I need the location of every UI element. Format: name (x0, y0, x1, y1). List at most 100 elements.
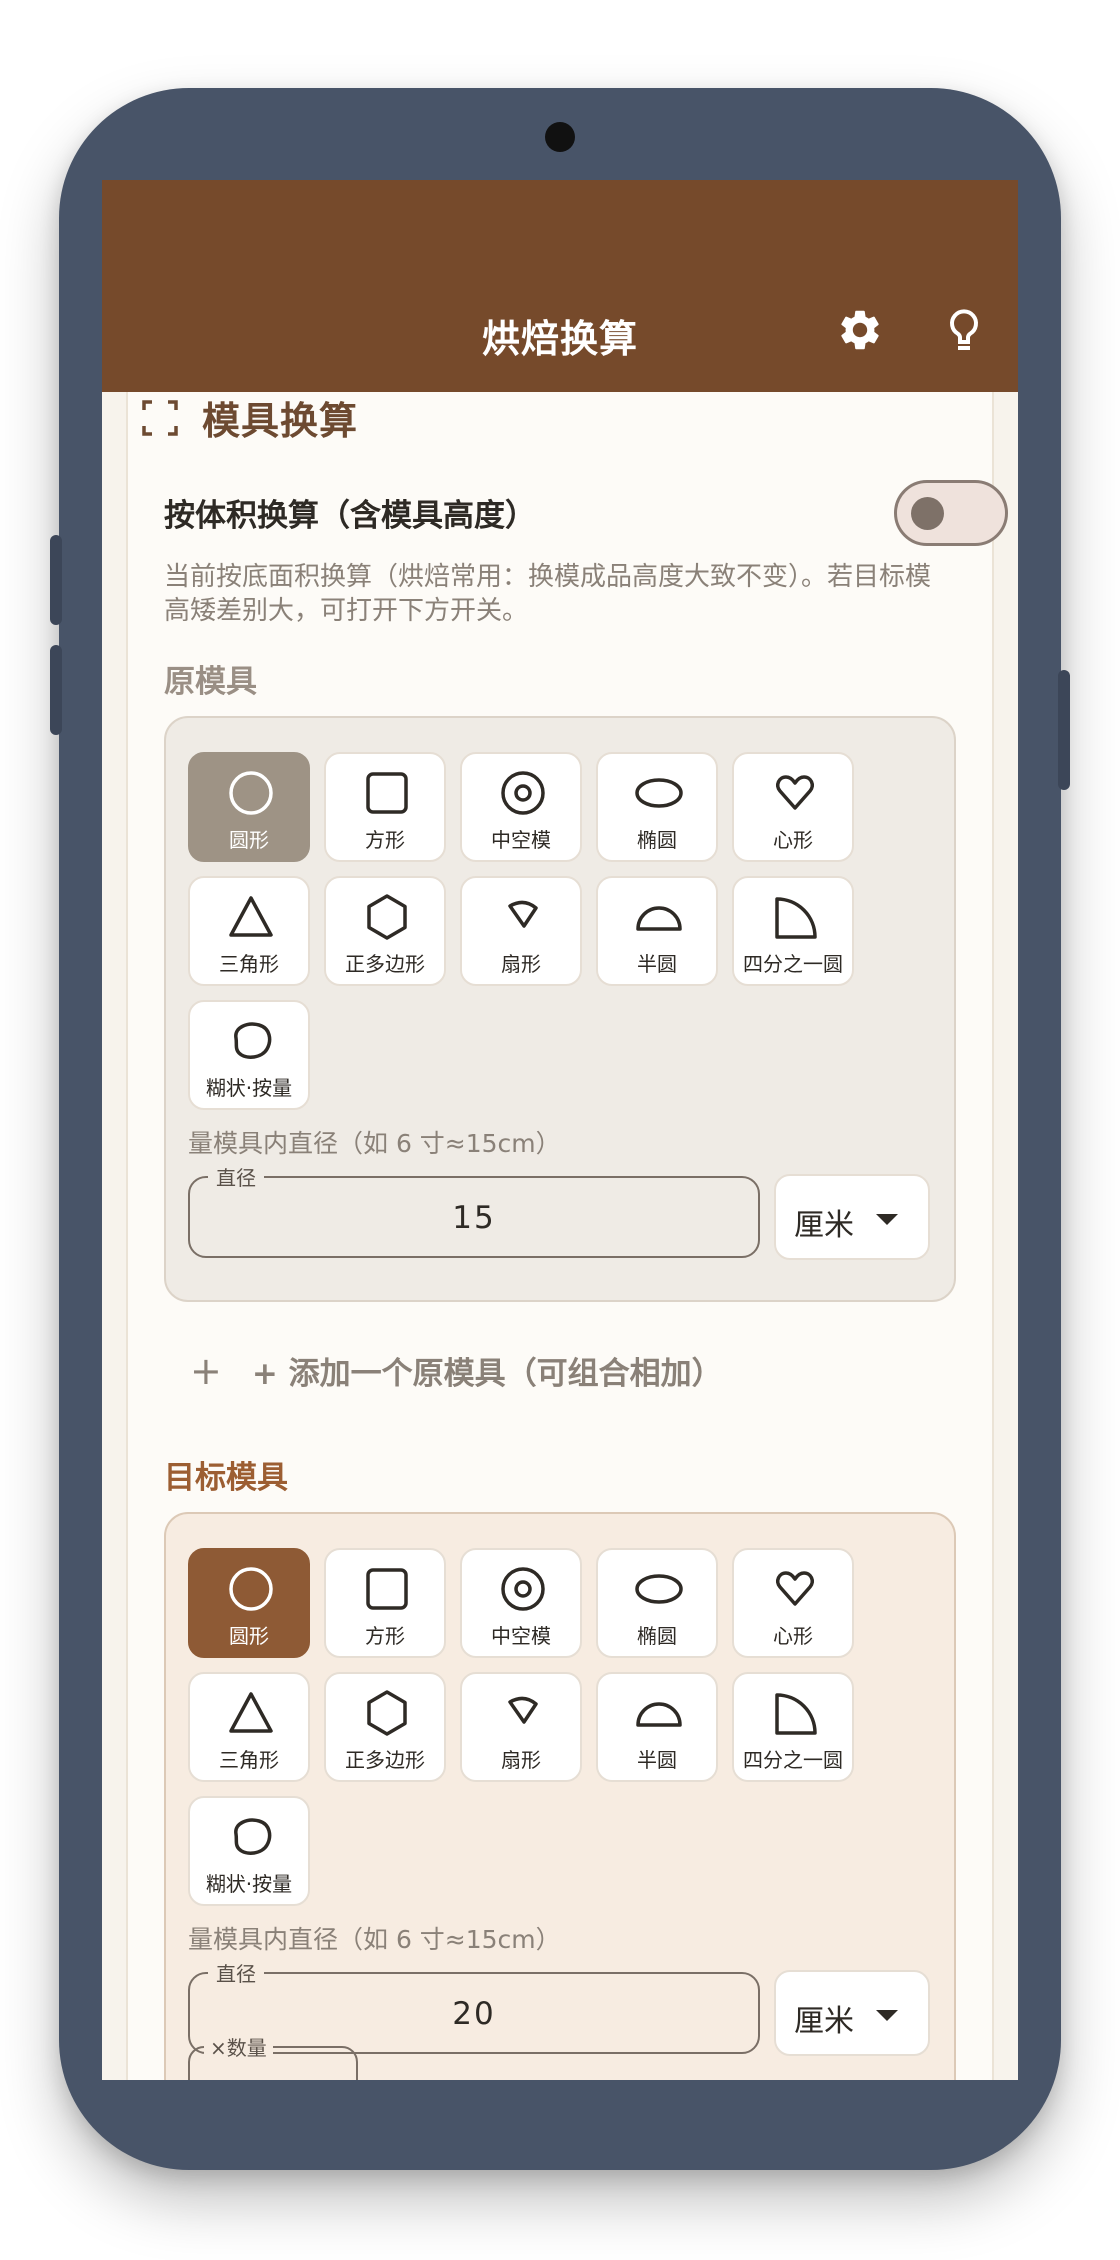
shape-label: 中空模 (491, 1624, 551, 1648)
source-mold-label: 原模具 (164, 664, 257, 700)
source-shape-option[interactable]: 中空模 (460, 752, 582, 862)
shape-label: 正多边形 (345, 952, 425, 976)
source-shape-option[interactable]: 方形 (324, 752, 446, 862)
shape-label: 扇形 (501, 952, 541, 976)
app-bar: 烘焙换算 (102, 180, 1018, 392)
shape-label: 方形 (365, 828, 405, 852)
add-source-mold-label: + 添加一个原模具（可组合相加） (251, 1356, 723, 1392)
ellipse-icon (635, 778, 683, 808)
shape-label: 扇形 (501, 1748, 541, 1772)
volume-down-button (50, 645, 62, 735)
circle-icon (229, 1567, 273, 1611)
target-measure-hint: 量模具内直径（如 6 寸≈15cm） (188, 1925, 561, 1954)
ellipse-icon (635, 1574, 683, 1604)
source-shape-option[interactable]: 圆形 (188, 752, 310, 862)
target-diameter-input[interactable]: 直径 20 (188, 1958, 760, 2054)
source-shape-option[interactable]: 扇形 (460, 876, 582, 986)
blob-icon (234, 1022, 272, 1059)
shape-label: 正多边形 (345, 1748, 425, 1772)
plus-icon: + (190, 1348, 222, 1393)
shape-label: 椭圆 (637, 1624, 677, 1648)
triangle-icon (229, 1692, 273, 1733)
caret-down-icon (876, 2010, 898, 2021)
target-shape-option[interactable]: 正多边形 (324, 1672, 446, 1782)
target-shape-option[interactable]: 扇形 (460, 1672, 582, 1782)
target-shape-option[interactable]: 中空模 (460, 1548, 582, 1658)
target-shape-option[interactable]: 糊状·按量 (188, 1796, 310, 1906)
volume-toggle-label: 按体积换算（含模具高度） (164, 498, 536, 534)
shape-label: 中空模 (491, 828, 551, 852)
source-mold-panel: 圆形 方形 中空模 椭圆 心形三角形 正多边形 扇形 半圆 四分之一圆糊状·按量 量模具内直径（… (164, 716, 956, 1302)
target-unit-dropdown[interactable]: 厘米 (774, 1970, 930, 2056)
target-shape-option[interactable]: 方形 (324, 1548, 446, 1658)
shape-label: 心形 (773, 828, 813, 852)
target-shape-option[interactable]: 半圆 (596, 1672, 718, 1782)
source-shape-option[interactable]: 四分之一圆 (732, 876, 854, 986)
triangle-icon (229, 896, 273, 937)
target-shape-option[interactable]: 圆形 (188, 1548, 310, 1658)
source-unit-value: 厘米 (794, 1208, 854, 1243)
half-circle-icon (636, 906, 682, 931)
half-circle-icon (636, 1702, 682, 1727)
blob-icon (234, 1818, 272, 1855)
shape-label: 糊状·按量 (205, 1076, 293, 1100)
target-shape-option[interactable]: 心形 (732, 1548, 854, 1658)
shape-label: 圆形 (229, 828, 269, 852)
shape-label: 椭圆 (637, 828, 677, 852)
target-diameter-label: 直径 (208, 1958, 264, 1987)
source-diameter-label: 直径 (208, 1162, 264, 1191)
source-shape-option[interactable]: 三角形 (188, 876, 310, 986)
gear-icon[interactable] (836, 306, 884, 354)
crop-frame-icon (142, 399, 178, 436)
shape-label: 方形 (365, 1624, 405, 1648)
conversion-hint: 当前按底面积换算（烘焙常用：换模成品高度大致不变）。若目标模高矮差别大，可打开下… (164, 562, 932, 626)
quarter-circle-icon (775, 1693, 817, 1735)
source-unit-dropdown[interactable]: 厘米 (774, 1174, 930, 1260)
front-camera (545, 122, 575, 152)
source-shape-option[interactable]: 椭圆 (596, 752, 718, 862)
source-shape-option[interactable]: 半圆 (596, 876, 718, 986)
target-diameter-value: 20 (452, 1996, 496, 2032)
sector-icon (508, 1696, 538, 1724)
ring-icon (501, 771, 545, 815)
power-button (1058, 670, 1070, 790)
sector-icon (508, 900, 538, 928)
toggle-knob (911, 497, 944, 530)
volume-up-button (50, 535, 62, 625)
volume-toggle-switch[interactable] (894, 480, 1008, 546)
app-screen: 烘焙换算 模具换算 按体积换算（含模具高度） 当前按底面积换算（烘焙常用：换模成… (102, 180, 1018, 2080)
target-shape-option[interactable]: 三角形 (188, 1672, 310, 1782)
shape-label: 圆形 (229, 1624, 269, 1648)
circle-icon (229, 771, 273, 815)
target-unit-value: 厘米 (794, 2004, 854, 2039)
hexagon-icon (367, 894, 407, 940)
target-mold-panel: 圆形 方形 中空模 椭圆 心形三角形 正多边形 扇形 半圆 四分之一圆糊状·按量 量模具内直径（… (164, 1512, 956, 2080)
shape-label: 三角形 (219, 952, 279, 976)
source-shape-option[interactable]: 糊状·按量 (188, 1000, 310, 1110)
source-shape-option[interactable]: 正多边形 (324, 876, 446, 986)
square-icon (366, 1568, 408, 1610)
caret-down-icon (876, 1214, 898, 1225)
shape-label: 心形 (773, 1624, 813, 1648)
source-diameter-input[interactable]: 直径 15 (188, 1162, 760, 1258)
shape-label: 半圆 (637, 1748, 677, 1772)
shape-label: 糊状·按量 (205, 1872, 293, 1896)
target-shape-option[interactable]: 四分之一圆 (732, 1672, 854, 1782)
section-header: 模具换算 (140, 390, 358, 445)
quarter-circle-icon (775, 897, 817, 939)
lightbulb-icon[interactable] (940, 306, 988, 354)
add-source-mold-button[interactable]: + + 添加一个原模具（可组合相加） (190, 1348, 723, 1393)
target-quantity-input[interactable]: ×数量 (188, 2032, 358, 2080)
volume-toggle-row: 按体积换算（含模具高度） (164, 480, 1008, 546)
square-icon (366, 772, 408, 814)
target-shape-option[interactable]: 椭圆 (596, 1548, 718, 1658)
shape-label: 三角形 (219, 1748, 279, 1772)
target-mold-label: 目标模具 (164, 1460, 288, 1496)
source-diameter-value: 15 (452, 1200, 496, 1236)
heart-icon (776, 1571, 814, 1606)
source-measure-hint: 量模具内直径（如 6 寸≈15cm） (188, 1129, 561, 1158)
shape-label: 四分之一圆 (743, 952, 843, 976)
hexagon-icon (367, 1690, 407, 1736)
source-shape-option[interactable]: 心形 (732, 752, 854, 862)
shape-label: 四分之一圆 (743, 1748, 843, 1772)
